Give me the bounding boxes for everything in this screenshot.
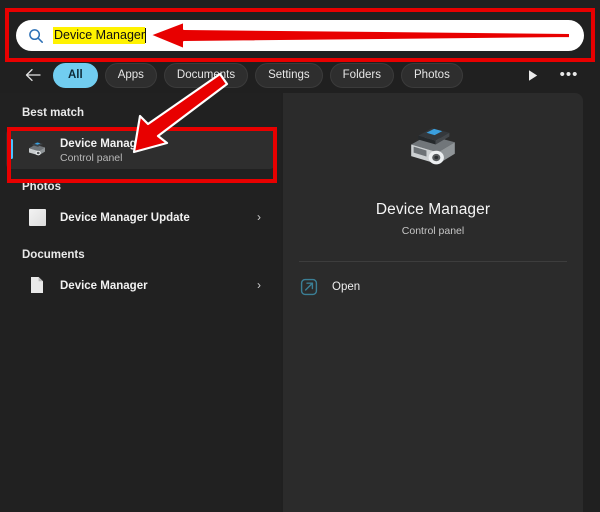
result-title: Device Manager <box>60 137 148 150</box>
tab-documents[interactable]: Documents <box>163 62 249 88</box>
result-row-text: Device Manager Update <box>60 208 257 226</box>
open-action-label: Open <box>332 281 361 293</box>
document-icon <box>24 276 50 294</box>
result-title: Device Manager Update <box>60 212 190 224</box>
search-input-value: Device Manager <box>53 27 146 44</box>
selection-indicator <box>10 139 13 159</box>
filter-tab-bar: All Apps Documents Settings Folders Phot… <box>22 61 590 89</box>
text-caret <box>145 28 147 43</box>
tab-apps[interactable]: Apps <box>104 62 157 88</box>
search-overlay: Device Manager All Apps Documents Settin… <box>0 0 600 512</box>
result-row-best-match[interactable]: Device Manager Control panel <box>6 129 275 169</box>
section-header-best-match: Best match <box>22 107 84 119</box>
tab-photos[interactable]: Photos <box>401 62 463 88</box>
photo-thumbnail-icon <box>24 208 50 226</box>
result-row-photo[interactable]: Device Manager Update › <box>6 197 275 237</box>
preview-title: Device Manager <box>375 201 491 218</box>
preview-pane: Device Manager Control panel Open <box>283 93 583 512</box>
chevron-right-icon[interactable]: › <box>257 278 261 292</box>
tab-folders[interactable]: Folders <box>329 62 395 88</box>
device-manager-icon <box>403 121 463 180</box>
preview-divider <box>299 261 567 262</box>
results-pane: Best match Device Manager Control panel <box>0 93 281 512</box>
section-header-photos: Photos <box>22 181 61 193</box>
play-triangle-icon[interactable] <box>522 64 544 86</box>
result-title: Device Manager <box>60 280 148 292</box>
chevron-right-icon[interactable]: › <box>257 210 261 224</box>
preview-icon-wrapper <box>283 121 583 180</box>
more-options-icon[interactable]: ••• <box>558 64 580 86</box>
result-subtitle: Control panel <box>60 151 123 164</box>
result-row-text: Device Manager <box>60 276 257 294</box>
preview-subtitle: Control panel <box>401 225 465 237</box>
section-header-documents: Documents <box>22 249 85 261</box>
tab-settings[interactable]: Settings <box>255 62 323 88</box>
result-row-text: Device Manager Control panel <box>60 134 275 165</box>
tab-all[interactable]: All <box>53 62 98 88</box>
back-arrow-icon[interactable] <box>22 64 44 86</box>
result-row-document[interactable]: Device Manager › <box>6 265 275 305</box>
open-external-icon <box>299 277 319 297</box>
open-action-button[interactable]: Open <box>293 271 573 303</box>
search-icon <box>28 28 44 44</box>
search-input[interactable]: Device Manager <box>16 20 584 51</box>
device-manager-icon <box>24 140 50 159</box>
